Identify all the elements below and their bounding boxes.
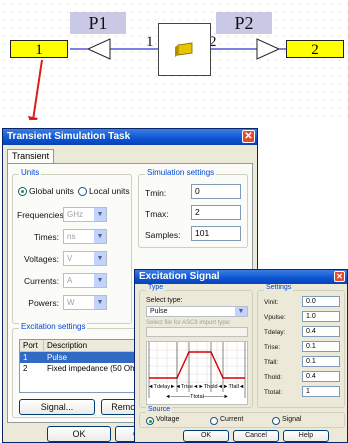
samples-label: Samples: bbox=[145, 230, 181, 240]
currents-select[interactable]: A ▼ bbox=[63, 273, 107, 288]
units-group: Units Global units Local units Frequenci… bbox=[12, 168, 132, 324]
ttotal-input[interactable]: 1 bbox=[302, 386, 340, 397]
settings-group: Settings Vinit: 0.0 Vpulse: 1.0 Tdelay: … bbox=[257, 284, 345, 408]
global-units-radio[interactable] bbox=[18, 187, 27, 196]
column-header-port[interactable]: Port bbox=[20, 340, 44, 352]
tdelay-input[interactable]: 0.4 bbox=[302, 326, 340, 337]
times-select[interactable]: ns ▼ bbox=[63, 229, 107, 244]
trise-input[interactable]: 0.1 bbox=[302, 341, 340, 352]
type-group-title: Type bbox=[146, 284, 166, 291]
currents-label: Currents: bbox=[24, 276, 59, 286]
excitation-titlebar[interactable]: Excitation Signal ✕ bbox=[135, 270, 347, 284]
source-signal-label: Signal bbox=[282, 416, 302, 423]
port2-box[interactable]: 2 bbox=[286, 40, 344, 58]
chevron-down-icon: ▼ bbox=[94, 296, 106, 309]
pulse-timing-labels: ◄Tdelay►◄Trise◄►Thold◄►Tfall◄ bbox=[148, 384, 245, 390]
port1-box[interactable]: 1 bbox=[10, 40, 68, 58]
settings-group-title: Settings bbox=[264, 284, 294, 291]
ttotal-label: Ttotal bbox=[190, 394, 204, 400]
powers-value: W bbox=[67, 298, 75, 307]
port2-triangle-icon bbox=[256, 38, 281, 60]
close-icon[interactable]: ✕ bbox=[334, 271, 345, 282]
powers-label: Powers: bbox=[28, 298, 59, 308]
transient-ok-button[interactable]: OK bbox=[47, 426, 111, 442]
voltages-label: Voltages: bbox=[24, 254, 59, 264]
frequencies-value: GHz bbox=[67, 210, 83, 219]
times-label: Times: bbox=[33, 232, 59, 242]
frequencies-label: Frequencies: bbox=[17, 210, 67, 220]
tmin-label: Tmin: bbox=[145, 188, 167, 198]
select-type-label: Select type: bbox=[146, 297, 183, 304]
ttotal-label-row: ◄─────Ttotal─────► bbox=[165, 394, 229, 400]
component-block[interactable] bbox=[158, 23, 211, 76]
source-voltage-label: Voltage bbox=[156, 416, 180, 423]
samples-input[interactable]: 101 bbox=[191, 226, 241, 241]
port1-triangle-icon bbox=[86, 38, 111, 60]
voltages-select[interactable]: V ▼ bbox=[63, 251, 107, 266]
tab-transient[interactable]: Transient bbox=[7, 149, 55, 163]
type-group: Type Select type: Pulse ▼ Select file fo… bbox=[139, 284, 253, 408]
vpulse-input[interactable]: 1.0 bbox=[302, 311, 340, 322]
chevron-down-icon: ▼ bbox=[235, 307, 247, 316]
source-current-radio[interactable] bbox=[210, 417, 218, 425]
thold-label: Thold bbox=[203, 384, 218, 390]
chevron-down-icon: ▼ bbox=[94, 208, 106, 221]
vpulse-label: Vpulse: bbox=[264, 314, 286, 321]
voltages-value: V bbox=[67, 254, 73, 263]
signal-button[interactable]: Signal... bbox=[19, 399, 95, 415]
trise-field-label: Trise: bbox=[264, 344, 281, 351]
transient-title: Transient Simulation Task bbox=[7, 131, 131, 142]
port-cell: 2 bbox=[23, 364, 28, 373]
pin1-number: 1 bbox=[146, 34, 154, 50]
global-units-label: Global units bbox=[29, 186, 74, 196]
excitation-cancel-button[interactable]: Cancel bbox=[233, 430, 279, 442]
local-units-label: Local units bbox=[89, 186, 130, 196]
units-group-title: Units bbox=[19, 168, 42, 177]
component-icon bbox=[175, 42, 193, 57]
tfall-input[interactable]: 0.1 bbox=[302, 356, 340, 367]
chevron-down-icon: ▼ bbox=[94, 252, 106, 265]
tfall-field-label: Tfall: bbox=[264, 359, 279, 366]
excitation-title: Excitation Signal bbox=[139, 271, 220, 282]
excitation-settings-title: Excitation settings bbox=[19, 322, 88, 331]
local-units-radio[interactable] bbox=[78, 187, 87, 196]
source-voltage-radio[interactable] bbox=[146, 417, 154, 425]
ascii-file-input[interactable] bbox=[146, 327, 248, 337]
thold-input[interactable]: 0.4 bbox=[302, 371, 340, 382]
transient-titlebar[interactable]: Transient Simulation Task ✕ bbox=[3, 129, 257, 145]
tmax-input[interactable]: 2 bbox=[191, 205, 241, 220]
currents-value: A bbox=[67, 276, 73, 285]
powers-select[interactable]: W ▼ bbox=[63, 295, 107, 310]
ttotal-field-label: Ttotal: bbox=[264, 389, 283, 396]
chevron-down-icon: ▼ bbox=[94, 274, 106, 287]
source-current-label: Current bbox=[220, 416, 244, 423]
frequencies-select[interactable]: GHz ▼ bbox=[63, 207, 107, 222]
close-icon[interactable]: ✕ bbox=[242, 130, 255, 143]
times-value: ns bbox=[67, 232, 76, 241]
tmax-label: Tmax: bbox=[145, 209, 169, 219]
trise-label: Trise bbox=[180, 384, 193, 390]
tfall-label: Tfall bbox=[228, 384, 239, 390]
tmin-input[interactable]: 0 bbox=[191, 184, 241, 199]
tdelay-label: Tdelay bbox=[153, 384, 170, 390]
tdelay-field-label: Tdelay: bbox=[264, 329, 286, 336]
source-signal-radio[interactable] bbox=[272, 417, 280, 425]
type-value: Pulse bbox=[150, 308, 168, 315]
simulation-settings-title: Simulation settings bbox=[145, 168, 217, 177]
pulse-diagram: ◄Tdelay►◄Trise◄►Thold◄►Tfall◄ ◄─────Ttot… bbox=[146, 341, 248, 405]
port-cell: 1 bbox=[23, 353, 28, 362]
chevron-down-icon: ▼ bbox=[94, 230, 106, 243]
type-select[interactable]: Pulse ▼ bbox=[146, 306, 248, 317]
excitation-ok-button[interactable]: OK bbox=[183, 430, 229, 442]
excitation-signal-window: Excitation Signal ✕ Type Select type: Pu… bbox=[134, 269, 348, 443]
source-group-title: Source bbox=[146, 406, 173, 413]
simulation-settings-group: Simulation settings Tmin: 0 Tmax: 2 Samp… bbox=[138, 168, 248, 248]
excitation-help-button[interactable]: Help bbox=[283, 430, 329, 442]
thold-field-label: Thold: bbox=[264, 374, 283, 381]
ascii-import-label: Select file for ASCII import type: bbox=[146, 320, 231, 326]
source-group: Source Voltage Current Signal bbox=[139, 406, 345, 428]
vinit-input[interactable]: 0.0 bbox=[302, 296, 340, 307]
vinit-label: Vinit: bbox=[264, 299, 279, 306]
